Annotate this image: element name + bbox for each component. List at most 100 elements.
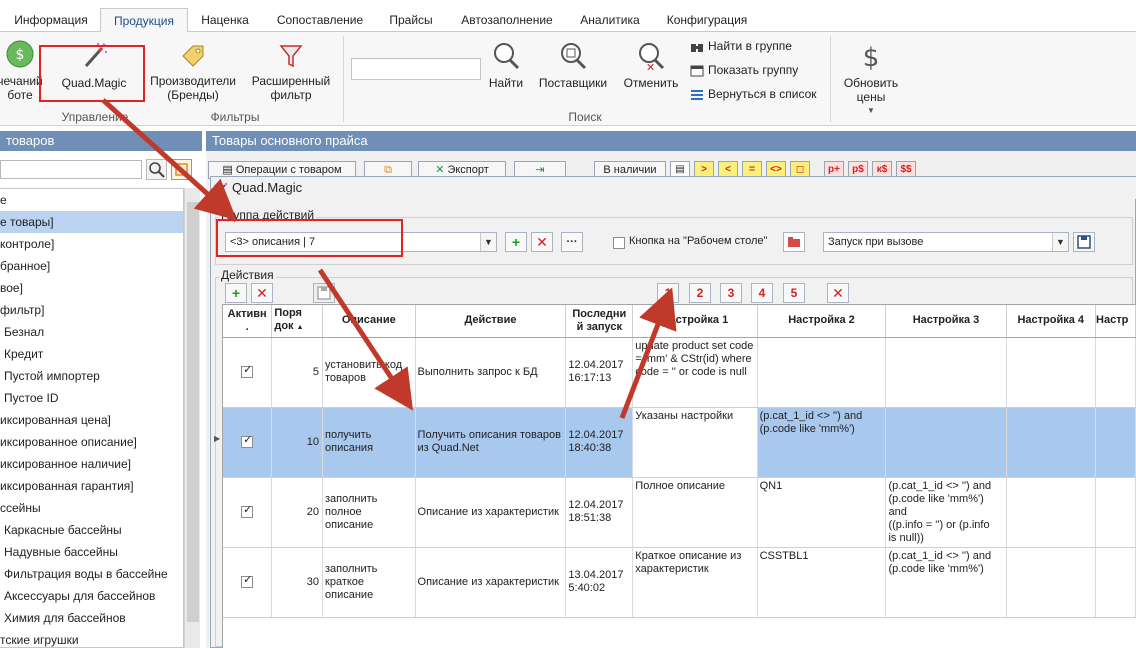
cell-active[interactable]	[223, 407, 273, 478]
active-checkbox[interactable]	[241, 574, 254, 588]
tree-item[interactable]: иксированное наличие]	[0, 453, 183, 475]
cell-setting-2[interactable]: CSSTBL1	[757, 547, 887, 618]
active-checkbox[interactable]	[241, 434, 254, 448]
cell-setting-4[interactable]	[1006, 547, 1097, 618]
tree-item[interactable]: фильтр]	[0, 299, 183, 321]
cell-setting-3[interactable]	[885, 337, 1007, 408]
cell-setting-2[interactable]	[757, 337, 887, 408]
delete-group-button[interactable]: ✕	[531, 232, 553, 252]
save-icon[interactable]	[1073, 232, 1095, 252]
cell-setting-2[interactable]: QN1	[757, 477, 887, 548]
cell-setting-5[interactable]	[1095, 477, 1136, 548]
suppliers-button[interactable]: Поставщики	[534, 40, 612, 90]
cell-setting-5[interactable]	[1095, 337, 1136, 408]
cell-setting-1[interactable]: Краткое описание из характеристик	[632, 547, 758, 618]
col-setting-1[interactable]: Настройка 1	[632, 305, 758, 338]
setting-4-button[interactable]: 4	[751, 283, 773, 303]
cell-active[interactable]	[223, 547, 273, 618]
table-row[interactable]: 30заполнить краткое описаниеОписание из …	[223, 547, 1136, 618]
table-row[interactable]: 5установить код товаровВыполнить запрос …	[223, 337, 1136, 408]
delete-action-button[interactable]: ✕	[251, 283, 273, 303]
tree-item[interactable]: тские игрушки	[0, 629, 183, 647]
filter-reset-icon[interactable]	[171, 159, 192, 180]
find-in-group-button[interactable]: Найти в группе	[690, 37, 792, 55]
tree-item[interactable]: Безнал	[0, 321, 183, 343]
tree-item[interactable]: Надувные бассейны	[0, 541, 183, 563]
tab-products[interactable]: Продукция	[100, 8, 188, 33]
tree-item[interactable]: е товары]	[0, 211, 183, 233]
cell-last-run[interactable]: 12.04.2017 16:17:13	[565, 337, 634, 408]
chevron-down-icon[interactable]: ▼	[1052, 233, 1068, 251]
run-mode-select[interactable]: Запуск при вызове ▼	[823, 232, 1069, 252]
chevron-down-icon[interactable]: ▼	[480, 233, 496, 251]
cell-description[interactable]: заполнить краткое описание	[322, 547, 416, 618]
cell-action[interactable]: Описание из характеристик	[415, 547, 567, 618]
tree-item[interactable]: ссейны	[0, 497, 183, 519]
add-action-button[interactable]: +	[225, 283, 247, 303]
cell-last-run[interactable]: 13.04.2017 5:40:02	[565, 547, 634, 618]
cell-description[interactable]: получить описания	[322, 407, 416, 478]
tree-item[interactable]: Фильтрация воды в бассейне	[0, 563, 183, 585]
table-row[interactable]: 20заполнить полное описаниеОписание из х…	[223, 477, 1136, 548]
tree-item[interactable]: Аксессуары для бассейнов	[0, 585, 183, 607]
col-order[interactable]: Поря док ▲	[271, 305, 324, 338]
cell-setting-1[interactable]: update product set code = 'mm' & CStr(id…	[632, 337, 758, 408]
tab-analytics[interactable]: Аналитика	[574, 8, 646, 32]
cell-action[interactable]: Получить описания товаров из Quad.Net	[415, 407, 567, 478]
cell-setting-3[interactable]	[885, 407, 1007, 478]
tab-markup[interactable]: Наценка	[193, 8, 257, 32]
scrollbar-thumb[interactable]	[187, 202, 199, 622]
active-checkbox[interactable]	[241, 364, 254, 378]
setting-5-button[interactable]: 5	[783, 283, 805, 303]
cell-order[interactable]: 20	[271, 477, 324, 548]
col-action[interactable]: Действие	[415, 305, 567, 338]
setting-1-button[interactable]: 1	[657, 283, 679, 303]
find-button[interactable]: Найти	[484, 40, 528, 90]
add-group-button[interactable]: +	[505, 232, 527, 252]
cell-last-run[interactable]: 12.04.2017 18:51:38	[565, 477, 634, 548]
cell-last-run[interactable]: 12.04.2017 18:40:38	[565, 407, 634, 478]
extended-filter-button[interactable]: Расширенный фильтр	[246, 42, 336, 102]
tree-item[interactable]: Химия для бассейнов	[0, 607, 183, 629]
cell-setting-1[interactable]: Указаны настройки	[632, 407, 758, 478]
cell-action[interactable]: Выполнить запрос к БД	[415, 337, 567, 408]
category-search-input[interactable]	[0, 160, 142, 179]
cell-active[interactable]	[223, 477, 273, 548]
back-to-list-button[interactable]: Вернуться в список	[690, 85, 817, 103]
cell-setting-1[interactable]: Полное описание	[632, 477, 758, 548]
cell-order[interactable]: 10	[271, 407, 324, 478]
tab-prices[interactable]: Прайсы	[383, 8, 439, 32]
col-last-run[interactable]: Последни й запуск	[565, 305, 634, 338]
col-setting-2[interactable]: Настройка 2	[757, 305, 887, 338]
setting-2-button[interactable]: 2	[689, 283, 711, 303]
tab-matching[interactable]: Сопоставление	[268, 8, 372, 32]
refresh-prices-button[interactable]: $ Обновить цены ▼	[838, 40, 904, 118]
search-icon[interactable]	[146, 159, 167, 180]
cell-active[interactable]	[223, 337, 273, 408]
save-action-icon[interactable]	[313, 283, 335, 303]
tree-item[interactable]: вое]	[0, 277, 183, 299]
desktop-button-checkbox[interactable]	[613, 237, 625, 249]
folder-icon[interactable]	[783, 232, 805, 252]
tree-item[interactable]: контроле]	[0, 233, 183, 255]
tree-item[interactable]: Пустой импортер	[0, 365, 183, 387]
cancel-search-button[interactable]: ✕ Отменить	[618, 40, 684, 90]
col-active[interactable]: Активн .	[223, 305, 273, 338]
ribbon-search-input[interactable]	[351, 58, 481, 80]
tree-item[interactable]: е	[0, 189, 183, 211]
cell-setting-3[interactable]: (p.cat_1_id <> '') and (p.code like 'mm%…	[885, 477, 1007, 548]
cell-order[interactable]: 5	[271, 337, 324, 408]
manufacturers-button[interactable]: Производители (Бренды)	[146, 42, 240, 102]
clear-settings-button[interactable]: ✕	[827, 283, 849, 303]
cell-setting-4[interactable]	[1006, 337, 1097, 408]
active-checkbox[interactable]	[241, 504, 254, 518]
col-setting-5[interactable]: Настр	[1095, 305, 1136, 338]
more-options-button[interactable]: ···	[561, 232, 583, 252]
cell-setting-5[interactable]	[1095, 547, 1136, 618]
cell-description[interactable]: заполнить полное описание	[322, 477, 416, 548]
tree-item[interactable]: Пустое ID	[0, 387, 183, 409]
tree-item[interactable]: бранное]	[0, 255, 183, 277]
show-group-button[interactable]: Показать группу	[690, 61, 798, 79]
col-setting-3[interactable]: Настройка 3	[885, 305, 1007, 338]
col-setting-4[interactable]: Настройка 4	[1006, 305, 1097, 338]
